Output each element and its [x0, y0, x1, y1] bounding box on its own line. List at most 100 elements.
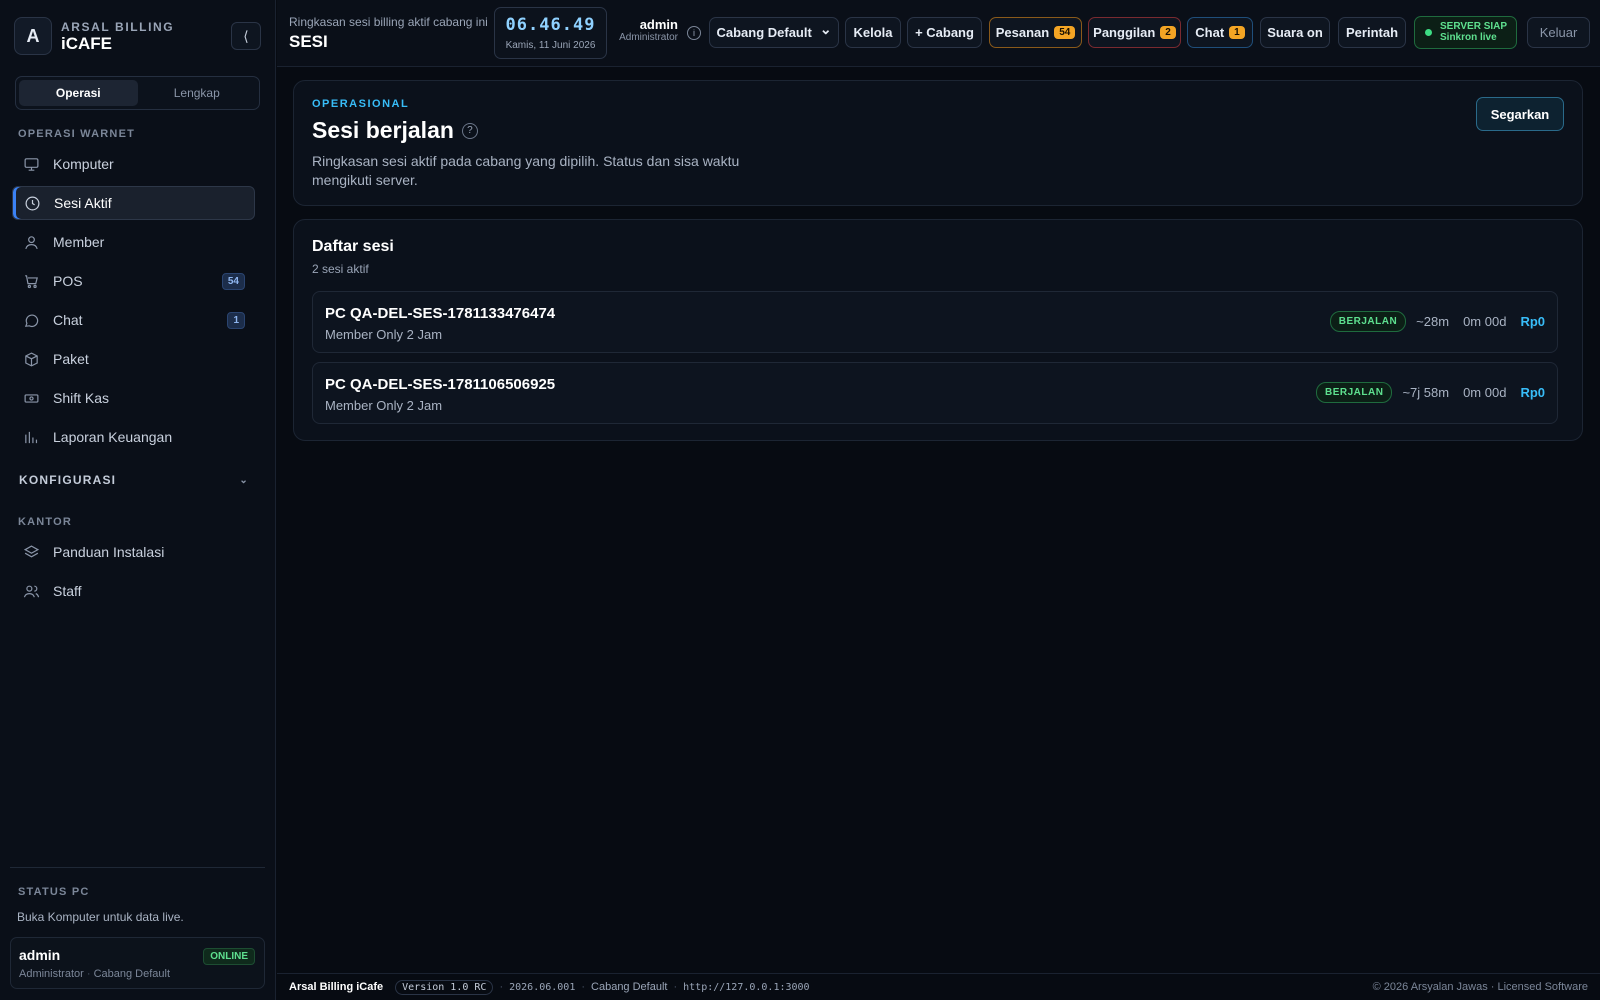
chat-button[interactable]: Chat 1	[1187, 17, 1253, 48]
sidebar-item-shift-kas[interactable]: Shift Kas	[12, 381, 255, 415]
sidebar-item-label: Sesi Aktif	[54, 195, 112, 211]
session-row[interactable]: PC QA-DEL-SES-1781106506925 Member Only …	[312, 362, 1558, 424]
user-role: Administrator	[19, 968, 84, 980]
branch-select[interactable]: Cabang Default	[709, 17, 839, 48]
sidebar-item-label: POS	[53, 273, 83, 289]
sidebar-item-label: Chat	[53, 312, 83, 328]
clock-time: 06.46.49	[505, 15, 596, 35]
section-label-office: KANTOR	[18, 516, 73, 528]
session-list-title: Daftar sesi	[312, 238, 394, 255]
orders-label: Pesanan	[995, 25, 1050, 40]
section-title: Sesi berjalan ?	[312, 117, 478, 144]
session-status-badge: BERJALAN	[1329, 311, 1407, 332]
session-remaining: ~28m	[1416, 314, 1450, 329]
status-pc-label: STATUS PC	[18, 886, 90, 898]
mode-lengkap-tab[interactable]: Lengkap	[138, 80, 257, 106]
mode-toggle: Operasi Lengkap	[15, 76, 260, 110]
logout-button[interactable]: Keluar	[1527, 17, 1590, 48]
footer: Arsal Billing iCafe Version 1.0 RC · 202…	[277, 973, 1600, 1000]
sidebar-item-chat[interactable]: Chat 1	[12, 303, 255, 337]
brand: A ARSAL BILLING iCAFE	[14, 17, 174, 55]
clock-icon	[23, 194, 41, 212]
session-list-card: Daftar sesi 2 sesi aktif PC QA-DEL-SES-1…	[293, 219, 1583, 441]
sidebar: A ARSAL BILLING iCAFE ⟨ Operasi Lengkap …	[0, 0, 276, 1000]
sidebar-item-staff[interactable]: Staff	[12, 574, 255, 608]
sidebar-item-laporan-keuangan[interactable]: Laporan Keuangan	[12, 420, 255, 454]
topbar: Ringkasan sesi billing aktif cabang ini …	[277, 0, 1600, 67]
pos-count-badge: 54	[221, 273, 245, 290]
chat-icon	[22, 311, 40, 329]
chat-count-badge: 1	[227, 312, 245, 329]
session-used: 0m 00d	[1463, 314, 1507, 329]
sidebar-item-label: Paket	[53, 351, 89, 367]
session-used: 0m 00d	[1463, 385, 1507, 400]
sidebar-item-label: Member	[53, 234, 105, 250]
info-icon[interactable]: i	[687, 26, 701, 40]
sidebar-item-pos[interactable]: POS 54	[12, 264, 255, 298]
admin-info: admin Administrator	[613, 17, 678, 44]
session-row[interactable]: PC QA-DEL-SES-1781133476474 Member Only …	[312, 291, 1558, 353]
add-branch-button[interactable]: + Cabang	[907, 17, 982, 48]
manage-button[interactable]: Kelola	[845, 17, 901, 48]
cash-icon	[22, 389, 40, 407]
sidebar-item-label: Komputer	[53, 156, 114, 172]
footer-build: 2026.06.001	[509, 981, 576, 993]
footer-version: Version 1.0 RC	[395, 979, 494, 995]
server-status-badge: SERVER SIAP Sinkron live	[1414, 16, 1517, 49]
chat-label: Chat	[1195, 25, 1225, 40]
section-label-operations: OPERASI WARNET	[18, 128, 136, 140]
calls-button[interactable]: Panggilan 2	[1088, 17, 1181, 48]
sidebar-item-panduan-instalasi[interactable]: Panduan Instalasi	[12, 535, 255, 569]
footer-app-name: Arsal Billing iCafe	[289, 981, 384, 993]
orders-button[interactable]: Pesanan 54	[989, 17, 1082, 48]
sound-toggle-button[interactable]: Suara on	[1260, 17, 1330, 48]
help-icon[interactable]: ?	[461, 122, 478, 139]
sidebar-item-label: Shift Kas	[53, 390, 110, 406]
mode-operasi-tab[interactable]: Operasi	[19, 80, 138, 106]
footer-branch: Cabang Default	[591, 981, 668, 993]
page-title: SESI	[289, 32, 328, 51]
session-pc-name: PC QA-DEL-SES-1781133476474	[325, 305, 556, 322]
brand-subtitle: ARSAL BILLING	[61, 19, 175, 34]
footer-url: http://127.0.0.1:3000	[683, 981, 810, 993]
admin-name: admin	[639, 17, 678, 32]
user-name: admin	[19, 947, 61, 963]
config-section-toggle[interactable]: KONFIGURASI ⌄	[19, 473, 249, 487]
brand-name: iCAFE	[61, 33, 112, 53]
status-pc-text: Buka Komputer untuk data live.	[17, 910, 184, 924]
section-title-text: Sesi berjalan	[312, 117, 454, 143]
clock: 06.46.49 Kamis, 11 Juni 2026	[494, 7, 607, 59]
user-branch: Cabang Default	[93, 968, 171, 980]
user-card: admin Administrator · Cabang Default ONL…	[10, 937, 265, 989]
session-package: Member Only 2 Jam	[325, 398, 443, 413]
sidebar-item-label: Staff	[53, 583, 82, 599]
sidebar-item-sesi-aktif[interactable]: Sesi Aktif	[12, 186, 255, 220]
sidebar-item-label: Laporan Keuangan	[53, 429, 173, 445]
refresh-button[interactable]: Segarkan	[1476, 97, 1564, 131]
collapse-sidebar-button[interactable]: ⟨	[231, 22, 261, 50]
clock-date: Kamis, 11 Juni 2026	[505, 40, 596, 51]
section-description: Ringkasan sesi aktif pada cabang yang di…	[312, 153, 740, 188]
session-pc-name: PC QA-DEL-SES-1781106506925	[325, 376, 556, 393]
chevron-down-icon: ⌄	[239, 474, 249, 486]
sidebar-item-paket[interactable]: Paket	[12, 342, 255, 376]
command-button[interactable]: Perintah	[1338, 17, 1406, 48]
session-package: Member Only 2 Jam	[325, 327, 443, 342]
sidebar-item-member[interactable]: Member	[12, 225, 255, 259]
users-icon	[22, 582, 40, 600]
chat-count-badge: 1	[1229, 26, 1245, 39]
user-icon	[22, 233, 40, 251]
session-price: Rp0	[1520, 385, 1545, 400]
monitor-icon	[22, 155, 40, 173]
orders-count-badge: 54	[1054, 26, 1076, 39]
cart-icon	[22, 272, 40, 290]
section-eyebrow: OPERASIONAL	[312, 98, 410, 110]
sidebar-item-komputer[interactable]: Komputer	[12, 147, 255, 181]
session-remaining: ~7j 58m	[1402, 385, 1450, 400]
box-icon	[22, 350, 40, 368]
sidebar-divider	[10, 867, 265, 868]
admin-role: Administrator	[619, 32, 678, 44]
sidebar-item-label: Panduan Instalasi	[53, 544, 165, 560]
bar-chart-icon	[22, 428, 40, 446]
server-status-text: SERVER SIAP	[1440, 21, 1508, 32]
